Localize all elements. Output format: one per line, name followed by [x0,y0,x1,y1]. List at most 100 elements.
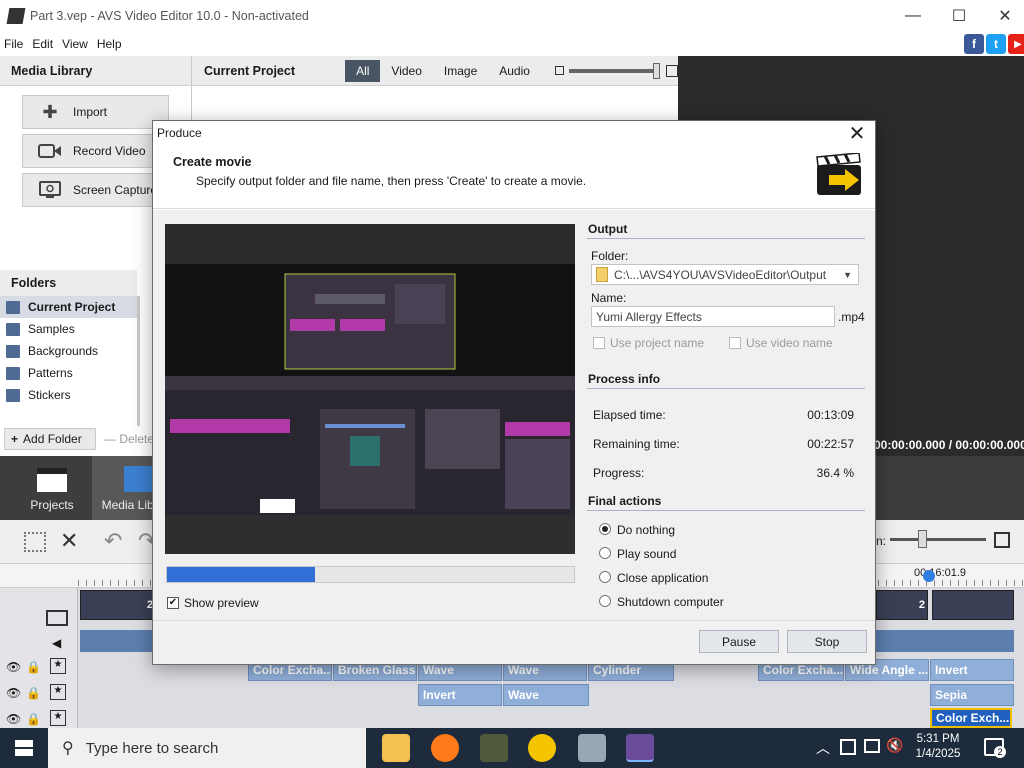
firefox-icon[interactable] [431,734,459,762]
playhead-marker[interactable] [923,570,935,582]
youtube-icon[interactable]: ▶ [1008,34,1024,54]
zoom-slider-handle[interactable] [918,530,927,548]
import-button[interactable]: ✚ Import [22,95,169,129]
folder-current-project[interactable]: Current Project [0,296,137,318]
taskbar-clock[interactable]: 5:31 PM 1/4/2025 [912,732,964,762]
facebook-icon[interactable]: f [964,34,984,54]
add-folder-button[interactable]: + Add Folder [4,428,96,450]
plus-icon: ✚ [42,101,58,122]
radio-shutdown-computer[interactable] [599,595,611,607]
timecode-label: 00:16:01.9 [914,567,966,579]
effect-clip[interactable]: Invert [930,659,1014,681]
folder-scrollbar[interactable] [137,296,140,426]
eye-icon[interactable]: 👁 [6,660,21,674]
menu-view[interactable]: View [62,37,88,51]
folder-samples[interactable]: Samples [0,318,137,340]
menu-edit[interactable]: Edit [32,37,53,51]
dialog-subheading: Specify output folder and file name, the… [196,174,587,188]
tab-video[interactable]: Video [380,60,432,82]
dialog-close-icon[interactable]: ✕ [845,121,869,145]
network-icon[interactable] [864,739,880,753]
screen-capture-button[interactable]: Screen Capture [22,173,169,207]
storyboard-icon[interactable] [24,532,46,552]
game-app-icon[interactable] [480,734,508,762]
zoom-slider[interactable] [890,538,986,541]
show-preview-checkbox[interactable]: ✔ Show preview [167,596,259,610]
speaker-muted-icon[interactable]: 🔇 [886,737,903,754]
small-thumbnail-icon[interactable] [554,66,564,75]
avs-video-editor-icon[interactable] [626,734,654,762]
windows-start-icon[interactable] [15,740,33,756]
app-circle-icon[interactable] [528,734,556,762]
folder-stickers[interactable]: Stickers [0,384,137,406]
radio-close-application[interactable] [599,571,611,583]
effect-clip-selected[interactable]: Color Exch... [930,708,1012,728]
button-divider [153,620,875,621]
effect-clip[interactable]: Invert [418,684,502,706]
shutdown-computer-label: Shutdown computer [617,595,724,609]
name-input[interactable]: Yumi Allergy Effects [591,306,835,327]
record-video-button[interactable]: Record Video [22,134,169,168]
pause-button[interactable]: Pause [699,630,779,653]
file-explorer-icon[interactable] [382,734,410,762]
delete-folder-button[interactable]: — Delete [104,432,154,446]
photos-icon[interactable] [578,734,606,762]
effect-clip[interactable]: Sepia [930,684,1014,706]
undo-icon[interactable]: ↶ [104,528,122,554]
folder-backgrounds[interactable]: Backgrounds [0,340,137,362]
video-clip-end-b[interactable] [932,590,1014,620]
folders-title: Folders [0,270,137,296]
minimize-icon[interactable]: — [890,0,936,32]
fit-timeline-icon[interactable] [994,532,1010,548]
large-thumbnail-icon[interactable] [666,64,678,77]
chevron-down-icon: ▼ [843,269,852,280]
do-nothing-label: Do nothing [617,523,676,537]
plus-icon: + [11,432,19,446]
chevron-up-icon[interactable]: ︿ [816,738,830,758]
media-library-title: Media Library [0,56,191,86]
maximize-icon[interactable]: ☐ [936,0,982,32]
app-icon [6,8,26,24]
delete-icon[interactable]: ✕ [60,528,78,554]
folder-icon [596,267,608,282]
eye-icon[interactable]: 👁 [6,712,21,726]
show-preview-label: Show preview [184,596,259,610]
menu-help[interactable]: Help [97,37,122,51]
security-icon[interactable] [840,739,856,755]
close-icon[interactable]: ✕ [982,0,1024,32]
video-clip-end-a[interactable]: 2 [876,590,928,620]
produce-dialog: Produce ✕ Create movie Specify output fo… [152,120,876,665]
process-info-title: Process info [587,369,865,389]
lock-icon[interactable]: 🔒 [26,686,41,700]
produce-progress-bar [166,566,575,583]
eye-icon[interactable]: 👁 [6,686,21,700]
effect-clip[interactable]: Wave [503,684,589,706]
video-clip-start[interactable]: 2 [80,590,156,620]
audio-waveform-end[interactable] [876,630,1014,652]
menu-file[interactable]: File [4,37,23,51]
folder-icon [6,300,20,314]
nav-projects[interactable]: Projects [6,456,98,520]
folder-value: C:\...\AVS4YOU\AVSVideoEditor\Output [614,267,827,282]
lock-icon[interactable]: 🔒 [26,660,41,674]
taskbar-date: 1/4/2025 [915,748,961,760]
tab-all[interactable]: All [345,59,381,82]
thumbnail-size-slider[interactable] [568,62,661,79]
radio-do-nothing[interactable] [599,523,611,535]
stop-button[interactable]: Stop [787,630,867,653]
radio-play-sound[interactable] [599,547,611,559]
tab-audio[interactable]: Audio [488,60,541,82]
checkbox-box [593,337,605,349]
tab-image[interactable]: Image [433,60,488,82]
folder-dropdown[interactable]: C:\...\AVS4YOU\AVSVideoEditor\Output ▼ [591,264,859,285]
folder-patterns[interactable]: Patterns [0,362,137,384]
use-video-name-checkbox[interactable]: Use video name [729,336,833,350]
name-label: Name: [591,291,627,305]
audio-waveform-start[interactable] [80,630,156,652]
lock-icon[interactable]: 🔒 [26,712,41,726]
twitter-icon[interactable]: t [986,34,1006,54]
zoom-label: n: [876,534,887,548]
folder-icon [6,322,20,336]
taskbar-search[interactable]: ⚲ Type here to search [48,728,366,768]
use-project-name-checkbox[interactable]: Use project name [593,336,704,350]
